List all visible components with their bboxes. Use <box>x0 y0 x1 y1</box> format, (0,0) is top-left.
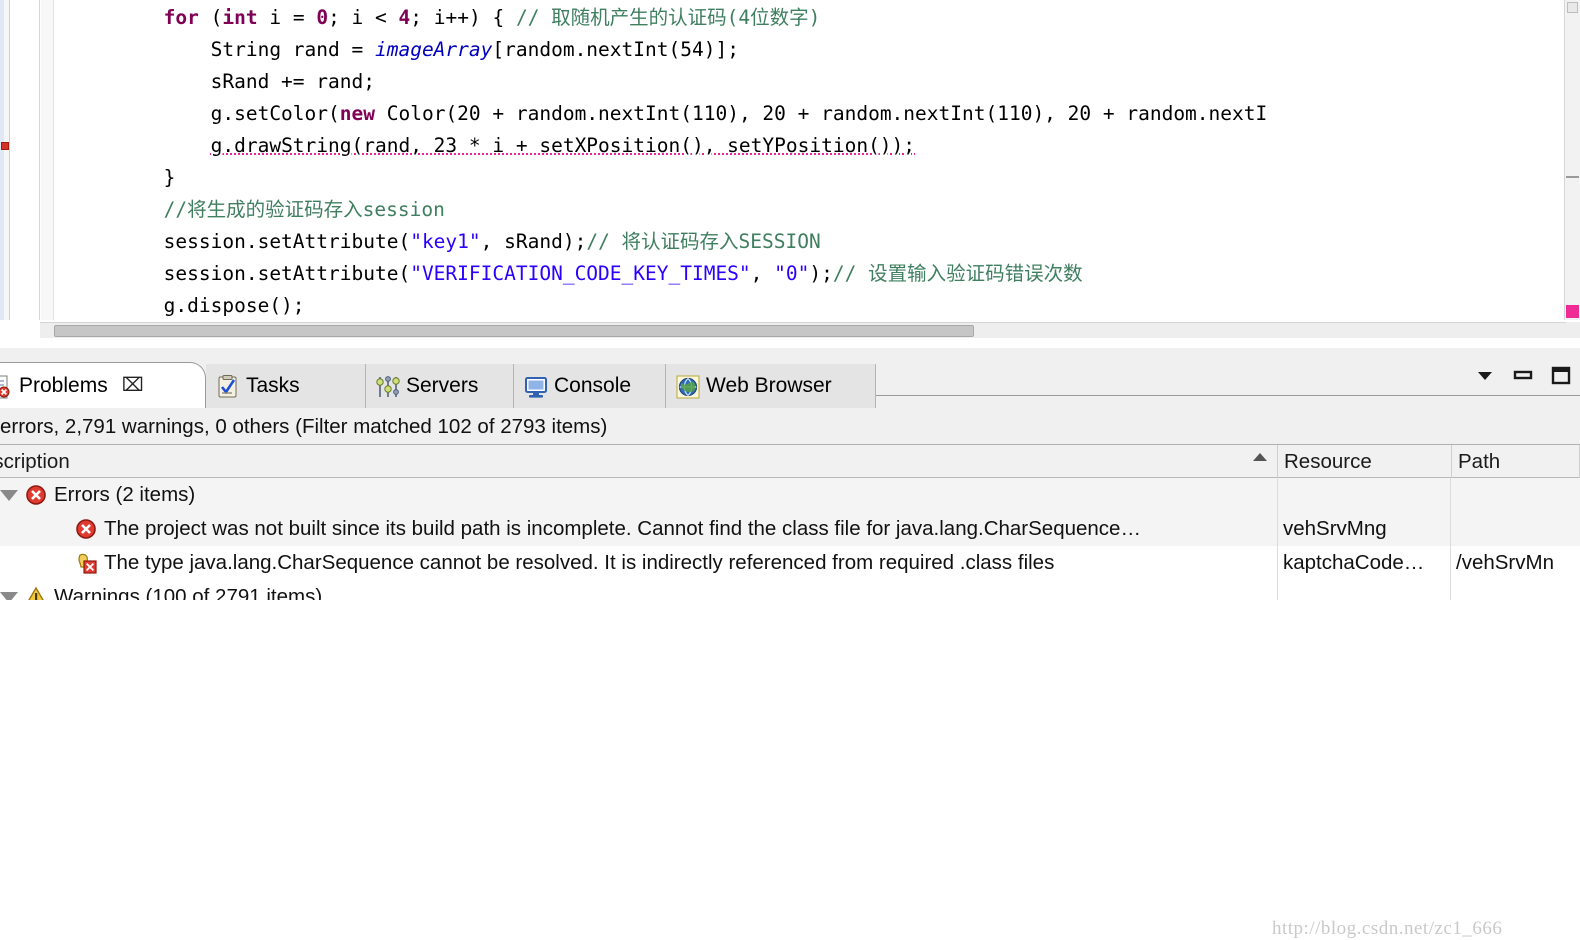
problems-table-header[interactable]: escription Resource Path <box>0 444 1580 478</box>
overview-error-marker[interactable] <box>1566 305 1579 318</box>
cell-resource[interactable]: kaptchaCode… <box>1279 546 1447 580</box>
expand-collapse-twisty[interactable] <box>0 489 18 501</box>
table-row[interactable]: Warnings (100 of 2791 items) <box>0 580 1580 600</box>
view-toolbar[interactable] <box>1474 364 1572 386</box>
table-row[interactable]: The type java.lang.CharSequence cannot b… <box>0 546 1580 580</box>
column-divider <box>1450 478 1451 512</box>
cell-path[interactable] <box>1452 478 1580 512</box>
tab-label: Console <box>554 374 632 397</box>
cell-resource[interactable] <box>1279 580 1447 600</box>
scrollbar-thumb[interactable] <box>54 325 974 337</box>
column-header-description[interactable]: escription <box>0 445 1278 478</box>
code-line: session.setAttribute("VERIFICATION_CODE_… <box>58 262 1083 285</box>
table-row[interactable]: Errors (2 items) <box>0 478 1580 512</box>
column-divider <box>1277 478 1278 512</box>
column-header-path[interactable]: Path <box>1452 445 1580 478</box>
editor-annotation-ruler[interactable] <box>0 0 10 320</box>
minimize-icon[interactable] <box>1512 364 1534 386</box>
problems-view[interactable]: Problems ⌧ Tasks Servers Console Web Browser … <box>0 348 1580 939</box>
error-icon <box>75 518 97 540</box>
column-header-resource[interactable]: Resource <box>1278 445 1452 478</box>
row-description-text: The type java.lang.CharSequence cannot b… <box>104 551 1055 574</box>
row-description-text: The project was not built since its buil… <box>104 517 1141 540</box>
tasks-icon <box>216 375 238 398</box>
cell-path[interactable] <box>1452 580 1580 600</box>
expand-collapse-twisty[interactable] <box>0 591 18 600</box>
tab-problems[interactable]: Problems ⌧ <box>0 362 206 408</box>
code-line: String rand = imageArray[random.nextInt(… <box>58 38 739 61</box>
cell-description[interactable]: Warnings (100 of 2791 items) <box>0 580 1272 600</box>
cell-resource[interactable]: vehSrvMng <box>1279 512 1447 546</box>
column-header-label: Path <box>1458 449 1501 473</box>
problems-summary-status: errors, 2,791 warnings, 0 others (Filter… <box>0 410 1580 444</box>
row-description-text: Warnings (100 of 2791 items) <box>54 585 323 600</box>
problems-table-body[interactable]: Errors (2 items) The project was not buil… <box>0 478 1580 600</box>
editor-overview-ruler[interactable] <box>1564 0 1580 320</box>
cell-path[interactable] <box>1452 512 1580 546</box>
cell-description[interactable]: The type java.lang.CharSequence cannot b… <box>0 546 1272 580</box>
error-annotation-marker[interactable] <box>1 142 9 150</box>
view-tab-folder[interactable]: Problems ⌧ Tasks Servers Console Web Browser <box>0 360 1580 408</box>
editor-horizontal-scrollbar[interactable] <box>40 322 1566 338</box>
tab-label: Servers <box>406 374 479 397</box>
scrollbar-corner <box>1566 322 1580 338</box>
column-header-label: escription <box>0 449 70 473</box>
sort-ascending-icon <box>1253 453 1267 461</box>
cell-resource[interactable] <box>1279 478 1447 512</box>
code-line: for (int i = 0; i < 4; i++) { // 取随机产生的认… <box>163 6 821 29</box>
code-line: //将生成的验证码存入session <box>163 198 445 221</box>
code-editor[interactable]: for (int i = 0; i < 4; i++) { // 取随机产生的认… <box>0 0 1580 348</box>
web-browser-icon <box>676 375 700 399</box>
tab-label: Problems <box>19 373 108 397</box>
overview-tick-marker <box>1566 176 1579 178</box>
column-divider <box>1277 546 1278 580</box>
cell-description[interactable]: The project was not built since its buil… <box>0 512 1272 546</box>
warning-icon <box>25 586 47 600</box>
view-menu-icon[interactable] <box>1474 364 1496 386</box>
tab-label: Web Browser <box>706 374 832 397</box>
source-code-text[interactable]: for (int i = 0; i < 4; i++) { // 取随机产生的认… <box>58 2 1552 322</box>
cell-path[interactable]: /vehSrvMn <box>1452 546 1580 580</box>
editor-folding-gutter[interactable] <box>41 0 54 320</box>
code-line: sRand += rand; <box>58 70 375 93</box>
column-divider <box>1277 580 1278 600</box>
column-divider <box>1450 546 1451 580</box>
problems-icon <box>0 375 11 398</box>
tab-web-browser[interactable]: Web Browser <box>666 364 876 408</box>
code-line: } <box>58 166 176 189</box>
overview-top-marker[interactable] <box>1567 2 1578 13</box>
code-line: g.drawString(rand, 23 * i + setXPosition… <box>210 134 916 157</box>
table-row[interactable]: The project was not built since its buil… <box>0 512 1580 546</box>
column-header-label: Resource <box>1284 449 1372 473</box>
tab-tasks[interactable]: Tasks <box>206 364 366 408</box>
editor-line-number-gutter <box>11 0 40 320</box>
error-icon <box>25 484 47 506</box>
column-divider <box>1277 512 1278 546</box>
code-line: g.setColor(new Color(20 + random.nextInt… <box>58 102 1268 125</box>
servers-icon <box>376 375 400 397</box>
code-line: session.setAttribute("key1", sRand);// 将… <box>58 230 821 253</box>
watermark-text: http://blog.csdn.net/zc1_666 <box>1272 918 1503 939</box>
row-description-text: Errors (2 items) <box>54 483 196 506</box>
error-marker-icon <box>75 552 97 574</box>
column-divider <box>1450 512 1451 546</box>
code-line: g.dispose(); <box>58 294 305 317</box>
close-icon[interactable]: ⌧ <box>122 374 144 397</box>
console-icon <box>524 375 547 398</box>
cell-description[interactable]: Errors (2 items) <box>0 478 1272 512</box>
tab-console[interactable]: Console <box>514 364 666 408</box>
tab-label: Tasks <box>246 374 300 397</box>
column-divider <box>1450 580 1451 600</box>
tab-servers[interactable]: Servers <box>366 364 514 408</box>
maximize-icon[interactable] <box>1550 364 1572 386</box>
